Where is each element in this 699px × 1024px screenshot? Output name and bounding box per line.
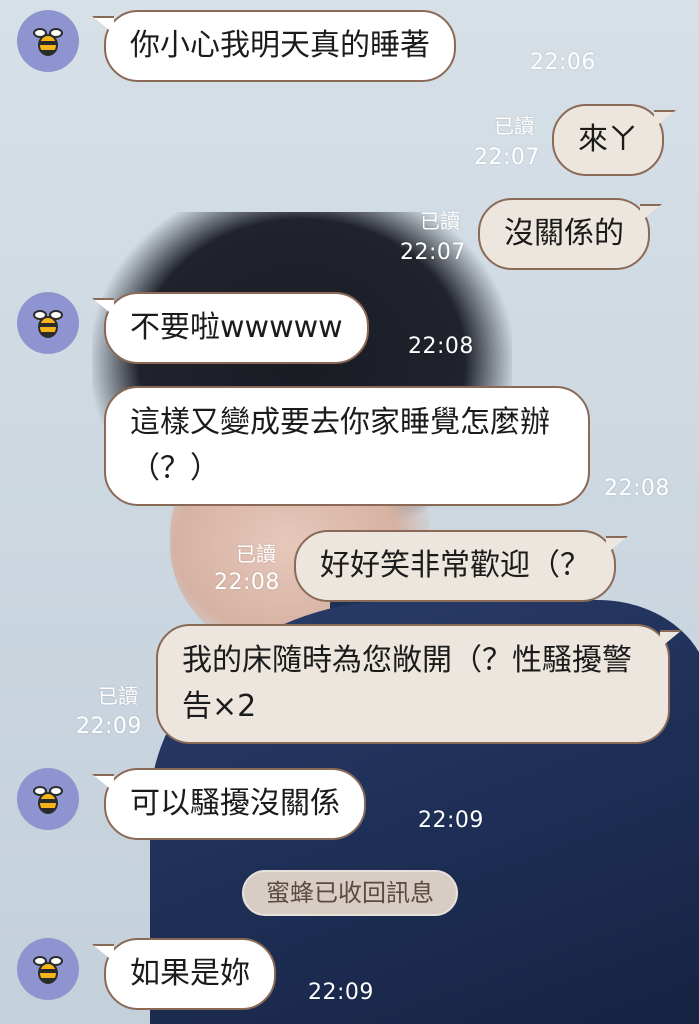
read-receipt: 已讀: [236, 542, 276, 566]
bee-icon: [31, 952, 65, 986]
message-bubble-incoming[interactable]: 如果是妳: [92, 938, 276, 1010]
message-text: 可以騷擾沒關係: [130, 786, 340, 821]
message-time: 22:06: [530, 50, 596, 75]
message-time: 22:09: [76, 714, 142, 739]
message-bubble-outgoing[interactable]: 好好笑非常歡迎（？: [294, 530, 628, 602]
read-receipt: 已讀: [494, 114, 534, 138]
message-bubble-incoming[interactable]: 你小心我明天真的睡著: [92, 10, 456, 82]
message-text: 不要啦wwwww: [130, 310, 343, 345]
bee-icon: [31, 24, 65, 58]
message-time: 22:08: [408, 334, 474, 359]
unsent-message-notice: 蜜蜂已收回訊息: [242, 870, 458, 916]
message-text: 這樣又變成要去你家睡覺怎麼辦（？）: [130, 405, 550, 486]
message-text: 如果是妳: [130, 956, 250, 991]
bee-icon: [31, 782, 65, 816]
message-bubble-outgoing[interactable]: 來ㄚ: [552, 104, 676, 176]
message-text: 你小心我明天真的睡著: [130, 28, 430, 63]
message-bubble-outgoing[interactable]: 沒關係的: [478, 198, 662, 270]
message-text: 沒關係的: [504, 216, 624, 251]
bee-icon: [31, 306, 65, 340]
message-bubble-incoming[interactable]: 不要啦wwwww: [92, 292, 369, 364]
message-bubble-outgoing[interactable]: 我的床隨時為您敞開（？性騷擾警告×2: [156, 624, 682, 744]
message-time: 22:07: [474, 145, 540, 170]
message-time: 22:09: [418, 808, 484, 833]
contact-avatar[interactable]: [17, 10, 79, 72]
message-time: 22:08: [604, 476, 670, 501]
message-text: 我的床隨時為您敞開（？性騷擾警告×2: [182, 643, 632, 724]
message-bubble-incoming[interactable]: 可以騷擾沒關係: [92, 768, 366, 840]
read-receipt: 已讀: [420, 209, 460, 233]
contact-avatar[interactable]: [17, 938, 79, 1000]
message-bubble-incoming[interactable]: 這樣又變成要去你家睡覺怎麼辦（？）: [104, 386, 590, 506]
read-receipt: 已讀: [98, 684, 138, 708]
contact-avatar[interactable]: [17, 768, 79, 830]
message-time: 22:08: [214, 570, 280, 595]
message-text: 來ㄚ: [578, 122, 638, 157]
contact-avatar[interactable]: [17, 292, 79, 354]
message-time: 22:07: [400, 240, 466, 265]
message-time: 22:09: [308, 980, 374, 1005]
message-text: 好好笑非常歡迎（？: [320, 548, 590, 583]
